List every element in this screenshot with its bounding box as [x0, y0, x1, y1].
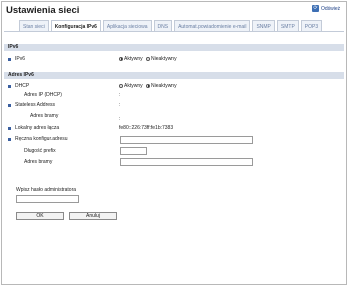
- cancel-button[interactable]: Anuluj: [69, 212, 117, 220]
- ipv6-active-label: Aktywny: [124, 56, 143, 62]
- radio-icon: [119, 56, 123, 61]
- dhcp-active-label: Aktywny: [124, 83, 143, 89]
- ipv6-inactive-label: Nieaktywny: [151, 56, 177, 62]
- refresh-button[interactable]: ⟳ Odśwież: [312, 5, 340, 12]
- radio-icon: [146, 56, 151, 61]
- ipv6-radio-inactive[interactable]: Nieaktywny: [146, 56, 177, 62]
- prefix-length-label: Długość prefix: [24, 148, 56, 154]
- radio-icon: [119, 83, 123, 88]
- prefix-length-input[interactable]: [120, 147, 147, 155]
- stateless-address-label: Stateless Address: [15, 102, 56, 108]
- bullet-icon: [8, 127, 11, 130]
- manual-address-input[interactable]: [120, 136, 253, 144]
- dhcp-address-value: :: [119, 92, 121, 98]
- page-title: Ustawienia sieci: [6, 5, 80, 16]
- admin-password-label: Wpisz hasło administratora: [16, 187, 77, 193]
- ipv6-radio-group: Aktywny Nieaktywny: [119, 56, 177, 62]
- refresh-icon: ⟳: [312, 5, 319, 12]
- gateway-address-label-2: Adres bramy: [24, 159, 53, 165]
- radio-icon: [146, 83, 151, 88]
- dhcp-inactive-label: Nieaktywny: [151, 83, 177, 89]
- dhcp-radio-active[interactable]: Aktywny: [119, 83, 143, 89]
- ipv6-radio-active[interactable]: Aktywny: [119, 56, 143, 62]
- gateway-address-value: :: [119, 116, 121, 122]
- tab-underline: [4, 31, 344, 32]
- bullet-icon: [8, 85, 11, 88]
- bullet-icon: [8, 104, 11, 107]
- section-header-ipv6: IPv6: [4, 44, 344, 51]
- bullet-icon: [8, 58, 11, 61]
- bullet-icon: [8, 138, 11, 141]
- dhcp-radio-group: Aktywny Nieaktywny: [119, 83, 177, 89]
- link-local-label: Lokalny adres łącza: [15, 125, 60, 131]
- ipv6-label: IPv6: [15, 56, 26, 62]
- gateway-address-input[interactable]: [120, 158, 253, 166]
- gateway-address-label: Adres bramy: [30, 113, 59, 119]
- admin-password-input[interactable]: [16, 195, 79, 203]
- manual-address-label: Ręczna konfigur.adresu: [15, 136, 68, 142]
- dhcp-address-label: Adres IP (DHCP): [24, 92, 62, 98]
- section-header-ipv6-address: Adres IPv6: [4, 72, 344, 79]
- dhcp-label: DHCP: [15, 83, 30, 89]
- refresh-label: Odśwież: [321, 5, 341, 12]
- ok-button[interactable]: OK: [16, 212, 64, 220]
- link-local-value: fe80::226:73ff:fe1b:7383: [119, 125, 174, 131]
- dhcp-radio-inactive[interactable]: Nieaktywny: [146, 83, 177, 89]
- stateless-address-value: :: [119, 102, 121, 108]
